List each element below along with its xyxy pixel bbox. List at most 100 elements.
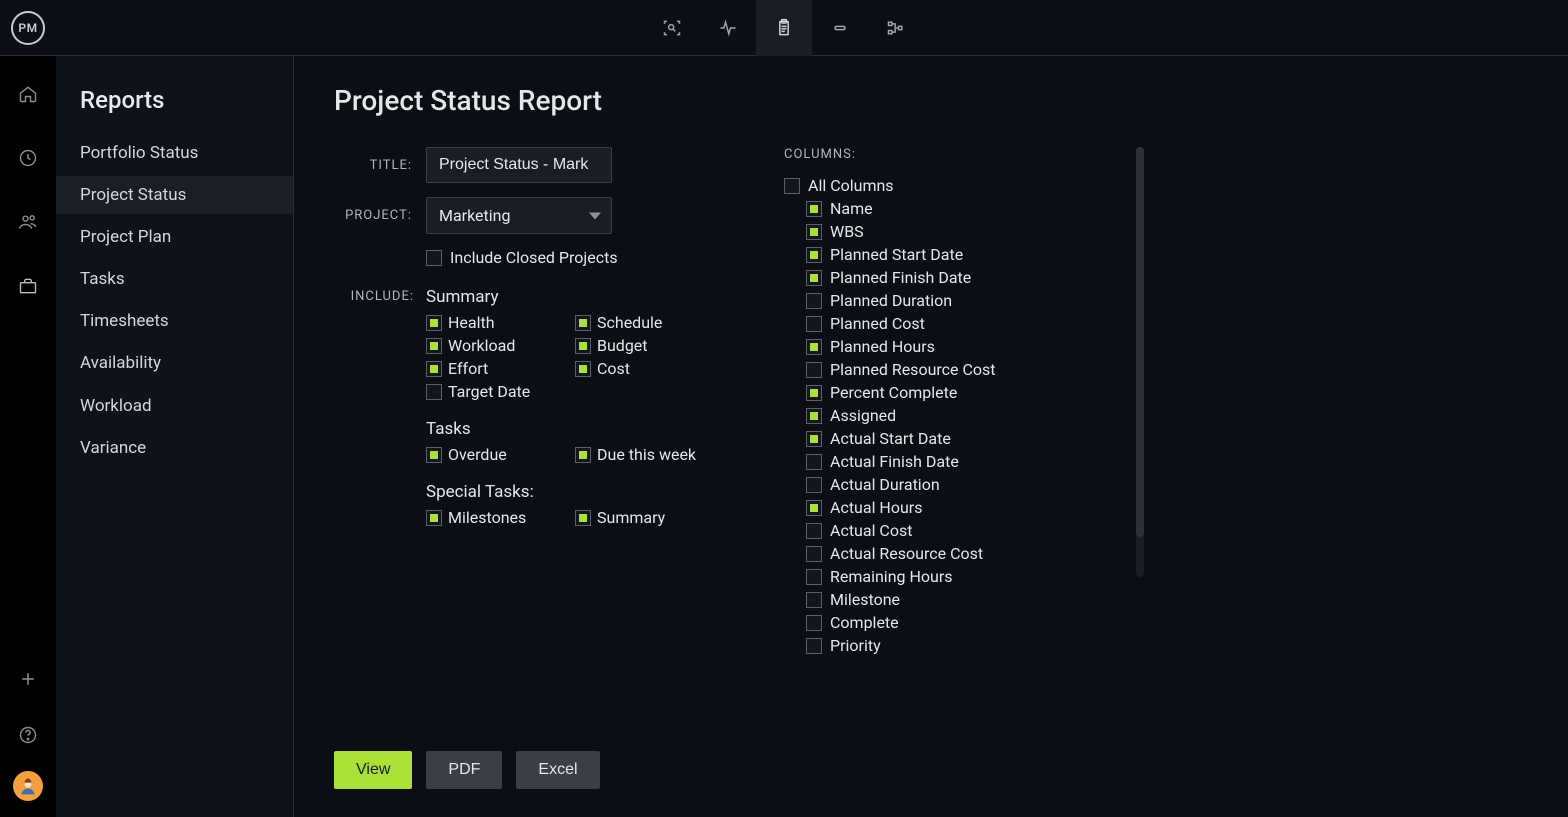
help-icon[interactable] <box>8 715 48 755</box>
checkbox[interactable] <box>575 361 591 377</box>
sidebar-item-variance[interactable]: Variance <box>56 429 293 467</box>
column-actual-cost[interactable]: Actual Cost <box>784 521 1104 540</box>
summary-option-health[interactable]: Health <box>426 313 565 332</box>
checkbox[interactable] <box>806 362 822 378</box>
reports-sidebar: Reports Portfolio Status Project Status Pr… <box>56 56 294 817</box>
checkbox[interactable] <box>806 454 822 470</box>
column-planned-hours[interactable]: Planned Hours <box>784 337 1104 356</box>
checkbox[interactable] <box>426 447 442 463</box>
checkbox[interactable] <box>806 615 822 631</box>
checkbox[interactable] <box>806 224 822 240</box>
home-icon[interactable] <box>8 74 48 114</box>
checkbox[interactable] <box>806 477 822 493</box>
checkbox[interactable] <box>806 500 822 516</box>
column-actual-finish-date[interactable]: Actual Finish Date <box>784 452 1104 471</box>
avatar[interactable] <box>13 771 43 801</box>
column-label: Percent Complete <box>830 383 957 402</box>
columns-scrollbar[interactable] <box>1136 147 1144 577</box>
column-actual-resource-cost[interactable]: Actual Resource Cost <box>784 544 1104 563</box>
checkbox[interactable] <box>806 638 822 654</box>
checkbox[interactable] <box>426 315 442 331</box>
checkbox[interactable] <box>575 315 591 331</box>
column-planned-resource-cost[interactable]: Planned Resource Cost <box>784 360 1104 379</box>
column-planned-cost[interactable]: Planned Cost <box>784 314 1104 333</box>
column-remaining-hours[interactable]: Remaining Hours <box>784 567 1104 586</box>
checkbox[interactable] <box>806 431 822 447</box>
add-icon[interactable] <box>8 659 48 699</box>
search-scan-icon[interactable] <box>644 0 700 56</box>
option-label: Schedule <box>597 313 662 332</box>
checkbox[interactable] <box>806 385 822 401</box>
logo-text: PM <box>11 11 45 45</box>
checkbox[interactable] <box>806 592 822 608</box>
sidebar-item-tasks[interactable]: Tasks <box>56 260 293 298</box>
column-all-columns[interactable]: All Columns <box>784 176 1104 195</box>
checkbox[interactable] <box>426 361 442 377</box>
checkbox[interactable] <box>784 178 800 194</box>
column-actual-hours[interactable]: Actual Hours <box>784 498 1104 517</box>
sidebar-item-timesheets[interactable]: Timesheets <box>56 302 293 340</box>
special-option-summary[interactable]: Summary <box>575 508 714 527</box>
logo[interactable]: PM <box>0 0 56 56</box>
checkbox[interactable] <box>575 338 591 354</box>
summary-option-effort[interactable]: Effort <box>426 359 565 378</box>
checkbox[interactable] <box>426 510 442 526</box>
sidebar-item-availability[interactable]: Availability <box>56 344 293 382</box>
checkbox[interactable] <box>575 447 591 463</box>
column-priority[interactable]: Priority <box>784 636 1104 655</box>
title-input[interactable] <box>426 147 612 183</box>
special-option-milestones[interactable]: Milestones <box>426 508 565 527</box>
attachment-icon[interactable] <box>812 0 868 56</box>
column-label: All Columns <box>808 176 894 195</box>
sidebar-item-project-status[interactable]: Project Status <box>56 176 293 214</box>
sidebar-title: Reports <box>56 86 293 134</box>
checkbox[interactable] <box>806 293 822 309</box>
column-name[interactable]: Name <box>784 199 1104 218</box>
column-complete[interactable]: Complete <box>784 613 1104 632</box>
tasks-option-due-this-week[interactable]: Due this week <box>575 445 714 464</box>
column-planned-duration[interactable]: Planned Duration <box>784 291 1104 310</box>
flow-icon[interactable] <box>868 0 924 56</box>
excel-button[interactable]: Excel <box>516 751 599 789</box>
column-actual-duration[interactable]: Actual Duration <box>784 475 1104 494</box>
column-actual-start-date[interactable]: Actual Start Date <box>784 429 1104 448</box>
clock-icon[interactable] <box>8 138 48 178</box>
checkbox[interactable] <box>426 384 442 400</box>
summary-option-cost[interactable]: Cost <box>575 359 714 378</box>
column-wbs[interactable]: WBS <box>784 222 1104 241</box>
checkbox[interactable] <box>806 408 822 424</box>
sidebar-item-workload[interactable]: Workload <box>56 387 293 425</box>
checkbox[interactable] <box>806 569 822 585</box>
column-planned-finish-date[interactable]: Planned Finish Date <box>784 268 1104 287</box>
people-icon[interactable] <box>8 202 48 242</box>
checkbox[interactable] <box>806 201 822 217</box>
briefcase-icon[interactable] <box>8 266 48 306</box>
column-planned-start-date[interactable]: Planned Start Date <box>784 245 1104 264</box>
column-percent-complete[interactable]: Percent Complete <box>784 383 1104 402</box>
checkbox[interactable] <box>806 523 822 539</box>
checkbox[interactable] <box>806 316 822 332</box>
column-label: Planned Start Date <box>830 245 963 264</box>
checkbox[interactable] <box>806 546 822 562</box>
summary-option-target-date[interactable]: Target Date <box>426 382 565 401</box>
scroll-thumb[interactable] <box>1136 147 1144 537</box>
checkbox[interactable] <box>806 270 822 286</box>
sidebar-item-project-plan[interactable]: Project Plan <box>56 218 293 256</box>
activity-icon[interactable] <box>700 0 756 56</box>
sidebar-item-portfolio-status[interactable]: Portfolio Status <box>56 134 293 172</box>
pdf-button[interactable]: PDF <box>426 751 502 789</box>
project-select[interactable]: Marketing <box>426 197 612 234</box>
checkbox[interactable] <box>806 339 822 355</box>
checkbox[interactable] <box>426 338 442 354</box>
summary-option-schedule[interactable]: Schedule <box>575 313 714 332</box>
clipboard-icon[interactable] <box>756 0 812 56</box>
checkbox[interactable] <box>575 510 591 526</box>
column-milestone[interactable]: Milestone <box>784 590 1104 609</box>
summary-option-workload[interactable]: Workload <box>426 336 565 355</box>
column-assigned[interactable]: Assigned <box>784 406 1104 425</box>
checkbox[interactable] <box>806 247 822 263</box>
summary-option-budget[interactable]: Budget <box>575 336 714 355</box>
view-button[interactable]: View <box>334 751 412 789</box>
tasks-option-overdue[interactable]: Overdue <box>426 445 565 464</box>
include-closed-checkbox[interactable] <box>426 250 442 266</box>
